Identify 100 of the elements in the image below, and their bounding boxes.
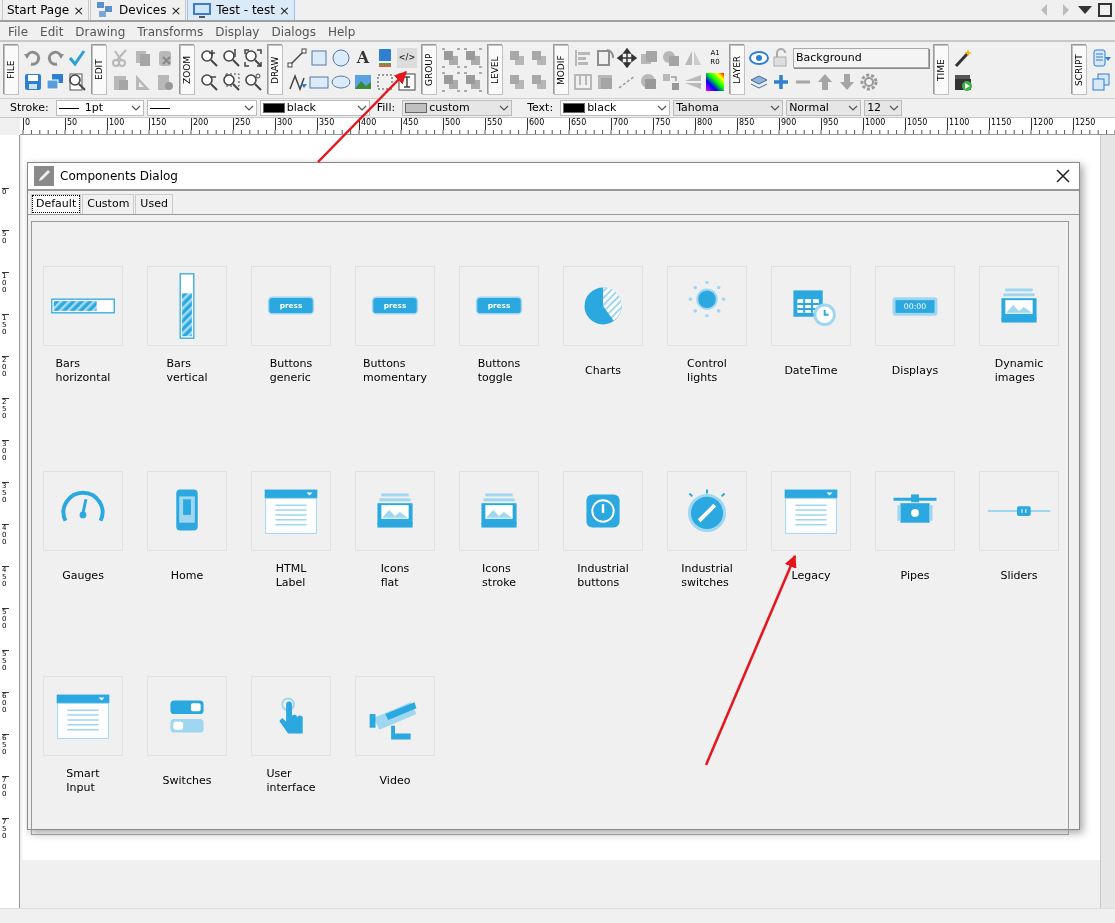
dialog-tab[interactable]: Default (31, 194, 82, 214)
bezier-icon[interactable] (287, 72, 307, 92)
menu-item[interactable]: Help (321, 22, 362, 40)
component-tile[interactable] (771, 265, 851, 346)
menu-item[interactable]: Dialogs (265, 22, 322, 40)
stacked-squares-icon[interactable] (507, 48, 527, 68)
zoom-fit-icon[interactable] (243, 48, 263, 68)
component-tile[interactable] (771, 470, 851, 551)
close-button[interactable]: × (73, 3, 85, 17)
component-tile[interactable] (43, 675, 123, 756)
zoom-selection-icon[interactable] (221, 72, 241, 92)
toolbar-group-button[interactable]: DRAW (268, 45, 283, 95)
arrow-up-icon[interactable] (815, 72, 835, 92)
squares-icon[interactable] (463, 48, 483, 68)
circle-icon[interactable] (331, 48, 351, 68)
toolbar-group-button[interactable]: LAYER (730, 45, 745, 95)
toolbar-group-button[interactable]: LEVEL (488, 45, 503, 95)
document-tab[interactable]: Start Page × (2, 0, 90, 20)
stroke-color-select[interactable]: black (259, 100, 370, 116)
component-tile[interactable] (875, 470, 955, 551)
table-icon[interactable] (573, 72, 593, 92)
zoom-vertical-icon[interactable] (221, 48, 241, 68)
component-tile[interactable] (459, 470, 539, 551)
menu-item[interactable]: File (2, 22, 35, 40)
eye-icon[interactable] (749, 48, 769, 68)
component-tile[interactable] (251, 470, 331, 551)
menu-item[interactable]: Edit (34, 22, 70, 40)
component-tile[interactable] (563, 265, 643, 346)
component-tile[interactable] (667, 470, 747, 551)
toolbar-group-button[interactable]: GROUP (422, 45, 437, 95)
component-tile[interactable] (147, 265, 227, 346)
code-tool[interactable]: </> (397, 48, 417, 68)
magic-wand-icon[interactable] (953, 48, 973, 68)
menu-item[interactable]: Drawing (69, 22, 132, 40)
text-color-select[interactable]: black (560, 100, 671, 116)
component-tile[interactable] (43, 470, 123, 551)
zoom-100-icon[interactable] (243, 72, 263, 92)
ellipse-icon[interactable] (331, 72, 351, 92)
stacked-squares-icon[interactable] (529, 48, 549, 68)
toolbar-group-button[interactable]: EDIT (92, 45, 107, 95)
stacked-squares-icon[interactable] (507, 72, 527, 92)
print-preview-icon[interactable] (67, 72, 87, 92)
arrow-down-icon[interactable] (837, 72, 857, 92)
menu-item[interactable]: Transforms (131, 22, 210, 40)
save-icon[interactable] (23, 72, 43, 92)
gear-icon[interactable] (859, 72, 879, 92)
component-tile[interactable] (355, 675, 435, 756)
clapperboard-icon[interactable] (953, 72, 973, 92)
dialog-tab[interactable]: Custom (82, 194, 135, 214)
fill-select[interactable]: custom (402, 100, 513, 116)
component-tile[interactable] (979, 265, 1059, 346)
component-tile[interactable] (147, 470, 227, 551)
color-spectrum-icon[interactable] (705, 72, 725, 92)
stroke-width-select[interactable]: 1pt (55, 100, 144, 116)
plus-icon[interactable] (771, 72, 791, 92)
squares-icon[interactable] (441, 48, 461, 68)
windows-copy-icon[interactable] (1091, 72, 1111, 92)
component-tile[interactable] (667, 265, 747, 346)
undo-icon[interactable] (23, 48, 43, 68)
image-icon[interactable] (353, 72, 373, 92)
toolbar-group-button[interactable]: ZOOM (180, 45, 195, 95)
font-size-select[interactable]: 12 (864, 100, 903, 116)
component-tile[interactable] (251, 675, 331, 756)
toolbar-group-button[interactable]: FILE (4, 45, 19, 95)
checkmark-icon[interactable] (67, 48, 87, 68)
paste-settings-icon[interactable] (155, 72, 175, 92)
squares-icon[interactable] (441, 72, 461, 92)
component-tile[interactable] (355, 470, 435, 551)
dashed-selection-icon[interactable] (375, 72, 395, 92)
close-button[interactable]: × (278, 3, 290, 17)
squares-icon[interactable] (463, 72, 483, 92)
toolbar-group-button[interactable]: MODIF (554, 45, 569, 95)
dialog-tab[interactable]: Used (135, 194, 173, 214)
align-left-icon[interactable] (573, 48, 593, 68)
windows-icon[interactable] (45, 72, 65, 92)
stacked-squares-icon[interactable] (529, 72, 549, 92)
font-style-select[interactable]: Normal (786, 100, 862, 116)
vertical-scrollbar[interactable] (1100, 135, 1115, 908)
toolbar-group-button[interactable]: TIME (934, 45, 949, 95)
layer-field[interactable]: Background (793, 48, 929, 68)
toolbar-group-button[interactable]: SCRIPT (1072, 45, 1087, 95)
copy-icon[interactable] (133, 48, 153, 68)
component-tile[interactable] (43, 265, 123, 346)
restore-icon[interactable] (1095, 0, 1115, 20)
line-icon[interactable] (287, 48, 307, 68)
component-tile[interactable] (979, 470, 1059, 551)
script-icon[interactable] (1091, 48, 1111, 68)
component-tile[interactable] (563, 470, 643, 551)
text-tool[interactable]: A (353, 48, 373, 68)
component-tile[interactable] (147, 675, 227, 756)
document-tab[interactable]: Devices × (90, 0, 187, 20)
menu-item[interactable]: Display (209, 22, 266, 40)
font-select[interactable]: Tahoma (673, 100, 784, 116)
zoom-out-icon[interactable] (199, 72, 219, 92)
document-tab[interactable]: Test - test × (187, 0, 295, 20)
zoom-in-icon[interactable] (199, 48, 219, 68)
overlap-icon[interactable] (661, 48, 681, 68)
close-button[interactable]: × (170, 3, 182, 17)
move-icon[interactable] (617, 48, 637, 68)
arrange-icon[interactable] (661, 72, 681, 92)
